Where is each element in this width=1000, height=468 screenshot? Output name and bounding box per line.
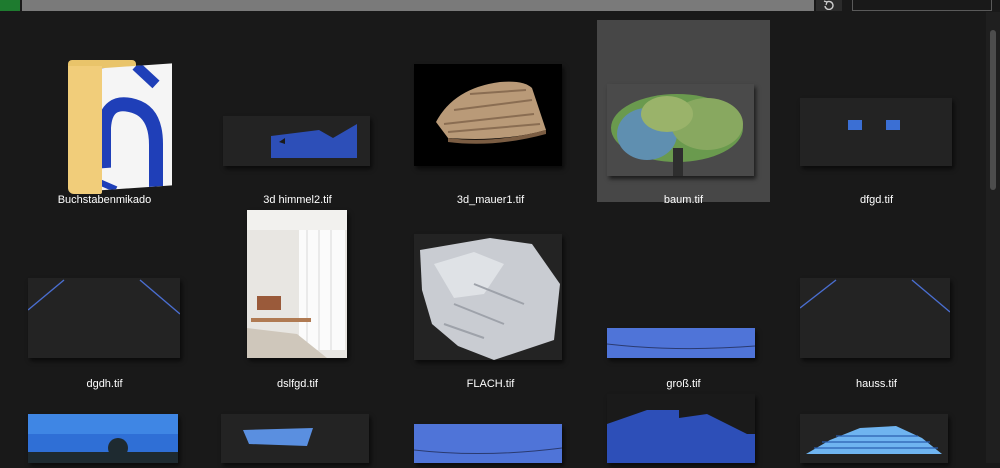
refresh-button[interactable] <box>816 0 842 11</box>
file-item-hauss[interactable]: hauss.tif <box>790 204 963 390</box>
image-thumbnail <box>607 394 755 463</box>
file-item-row3-5[interactable] <box>790 388 963 463</box>
image-thumbnail <box>27 278 181 358</box>
image-thumbnail <box>800 414 948 463</box>
image-thumbnail <box>28 414 178 463</box>
file-item-dslfgd[interactable]: dslfgd.tif <box>211 204 384 390</box>
image-thumbnail <box>221 414 369 463</box>
image-thumbnail <box>414 64 562 166</box>
image-thumbnail <box>607 84 754 176</box>
file-item-row3-3[interactable] <box>404 388 577 463</box>
file-item-row3-4[interactable] <box>597 388 770 463</box>
refresh-icon <box>823 0 834 10</box>
image-thumbnail <box>413 424 563 463</box>
file-item-row3-2[interactable] <box>211 388 384 463</box>
scrollbar-thumb[interactable] <box>990 30 996 190</box>
file-item-3d-mauer1[interactable]: 3d_mauer1.tif <box>404 20 577 206</box>
image-thumbnail <box>414 234 562 360</box>
vertical-scrollbar[interactable] <box>986 12 1000 463</box>
file-item-gross[interactable]: groß.tif <box>597 204 770 390</box>
file-item-dgdh[interactable]: dgdh.tif <box>18 204 191 390</box>
image-thumbnail <box>799 278 951 358</box>
window-accent <box>0 0 20 11</box>
image-thumbnail <box>800 98 952 166</box>
file-grid: Buchstabenmikado 3d himmel2.tif 3d_mauer… <box>0 12 986 463</box>
image-thumbnail <box>606 328 756 358</box>
file-item-dfgd[interactable]: dfgd.tif <box>790 20 963 206</box>
address-bar[interactable] <box>22 0 814 11</box>
file-item-3d-himmel2[interactable]: 3d himmel2.tif <box>211 20 384 206</box>
image-thumbnail <box>247 210 347 358</box>
file-item-folder[interactable]: Buchstabenmikado <box>18 20 191 206</box>
file-item-baum[interactable]: baum.tif <box>597 20 770 206</box>
explorer-toolbar <box>0 0 1000 12</box>
file-item-row3-1[interactable] <box>18 388 191 463</box>
image-thumbnail <box>223 116 370 166</box>
search-input[interactable] <box>852 0 992 11</box>
file-item-flach[interactable]: FLACH.tif <box>404 204 577 390</box>
